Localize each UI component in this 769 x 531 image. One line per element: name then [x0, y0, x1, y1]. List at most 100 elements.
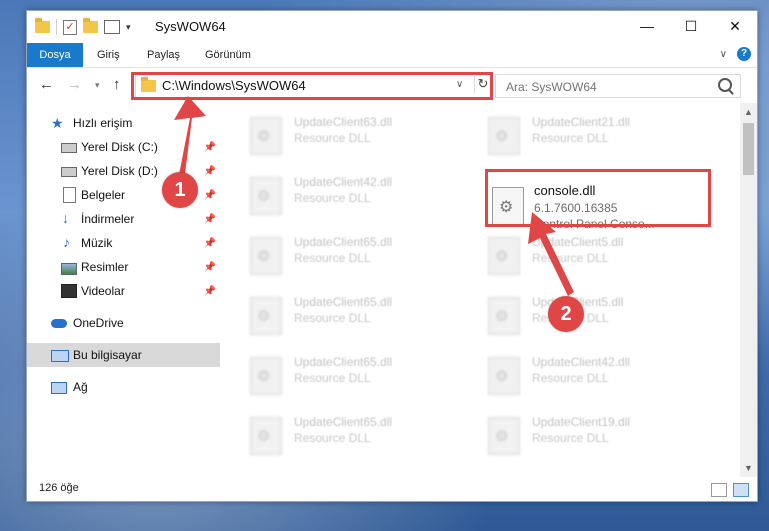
forward-arrow-icon[interactable]: → — [67, 76, 82, 93]
address-bar-highlight — [131, 72, 493, 100]
file-name: UpdateClient42.dll — [294, 175, 393, 189]
file-name: UpdateClient65.dll — [294, 355, 393, 369]
vertical-scrollbar[interactable]: ▲ ▼ — [740, 103, 757, 477]
details-view-icon[interactable] — [711, 483, 727, 497]
pictures-icon — [61, 263, 77, 275]
file-item[interactable]: UpdateClient42.dll Resource DLL — [488, 355, 718, 407]
ribbon-tabs: Dosya Giriş Paylaş Görünüm ∨ ? — [27, 43, 757, 68]
navigation-pane: ★ Hızlı erişim Yerel Disk (C:) 📌 Yerel D… — [27, 103, 220, 477]
pin-icon[interactable]: 📌 — [204, 286, 216, 297]
sidebar-item-label: Bu bilgisayar — [73, 348, 142, 362]
sidebar-item-label: Müzik — [81, 236, 113, 250]
sidebar-item-label: OneDrive — [73, 316, 124, 330]
large-icons-view-icon[interactable] — [733, 483, 749, 497]
sidebar-item-label: Belgeler — [81, 188, 126, 202]
sidebar-item-label: Yerel Disk (D:) — [81, 164, 158, 178]
minimize-button[interactable]: — — [625, 11, 669, 41]
maximize-button[interactable]: ☐ — [669, 11, 713, 41]
tab-file[interactable]: Dosya — [27, 43, 83, 67]
file-name: UpdateClient63.dll — [294, 115, 393, 129]
sidebar-item-label: Videolar — [81, 284, 125, 298]
file-item[interactable]: UpdateClient5.dll Resource DLL — [488, 295, 718, 347]
file-item[interactable]: UpdateClient42.dll Resource DLL — [250, 175, 480, 227]
file-name: UpdateClient5.dll — [532, 235, 624, 249]
sidebar-item-music[interactable]: ♪ Müzik 📌 — [27, 231, 220, 255]
sidebar-item-this-pc[interactable]: Bu bilgisayar — [27, 343, 220, 367]
toolbar-separator — [56, 19, 57, 35]
search-input[interactable] — [504, 77, 708, 97]
star-icon: ★ — [51, 115, 64, 131]
dll-file-icon — [488, 417, 520, 455]
network-icon — [51, 382, 67, 394]
properties-check-icon[interactable]: ✓ — [63, 19, 77, 35]
sidebar-item-downloads[interactable]: ↓ İndirmeler 📌 — [27, 207, 220, 231]
close-button[interactable]: ✕ — [713, 11, 757, 41]
document-icon — [63, 187, 76, 203]
pin-icon[interactable]: 📌 — [204, 190, 216, 201]
file-description: Resource DLL — [294, 371, 371, 385]
file-item[interactable]: UpdateClient65.dll Resource DLL — [250, 415, 480, 467]
file-item[interactable]: UpdateClient65.dll Resource DLL — [250, 235, 480, 287]
download-arrow-icon: ↓ — [62, 210, 69, 226]
file-description: Resource DLL — [532, 131, 609, 145]
folder-icon — [35, 18, 50, 33]
tab-share[interactable]: Paylaş — [147, 43, 180, 67]
dll-file-icon — [250, 117, 282, 155]
file-name: UpdateClient42.dll — [532, 355, 631, 369]
pin-icon[interactable]: 📌 — [204, 262, 216, 273]
sidebar-item-onedrive[interactable]: OneDrive — [27, 311, 220, 335]
tab-home[interactable]: Giriş — [97, 43, 120, 67]
scroll-up-icon[interactable]: ▲ — [744, 107, 753, 117]
file-description: Resource DLL — [294, 311, 371, 325]
file-description: Resource DLL — [532, 431, 609, 445]
sidebar-item-videos[interactable]: Videolar 📌 — [27, 279, 220, 303]
dll-file-icon — [488, 297, 520, 335]
scroll-down-icon[interactable]: ▼ — [744, 463, 753, 473]
pin-icon[interactable]: 📌 — [204, 142, 216, 153]
file-name: UpdateClient65.dll — [294, 415, 393, 429]
pin-icon[interactable]: 📌 — [204, 238, 216, 249]
customize-icon[interactable] — [104, 20, 120, 34]
hard-drive-icon — [61, 143, 77, 153]
file-name: UpdateClient65.dll — [294, 295, 393, 309]
sidebar-item-pictures[interactable]: Resimler 📌 — [27, 255, 220, 279]
dll-file-icon — [250, 177, 282, 215]
back-arrow-icon[interactable]: ← — [39, 76, 54, 93]
up-arrow-icon[interactable]: ↑ — [113, 76, 121, 93]
scroll-thumb[interactable] — [743, 123, 754, 175]
pin-icon[interactable]: 📌 — [204, 214, 216, 225]
file-item[interactable]: UpdateClient5.dll Resource DLL — [488, 235, 718, 287]
new-folder-icon[interactable] — [83, 18, 98, 33]
qat-dropdown-icon[interactable]: ▾ — [126, 22, 131, 33]
computer-icon — [51, 350, 69, 362]
search-box[interactable] — [495, 74, 741, 98]
file-description: Resource DLL — [532, 251, 609, 265]
sidebar-item-local-disk-c[interactable]: Yerel Disk (C:) 📌 — [27, 135, 220, 159]
file-name: UpdateClient65.dll — [294, 235, 393, 249]
console-dll-highlight — [485, 169, 711, 227]
ribbon-controls: ∨ ? — [720, 47, 751, 61]
window-controls: — ☐ ✕ — [625, 11, 757, 41]
file-item[interactable]: UpdateClient63.dll Resource DLL — [250, 115, 480, 167]
sidebar-item-label: İndirmeler — [81, 212, 135, 226]
file-description: Resource DLL — [294, 431, 371, 445]
sidebar-item-network[interactable]: Ağ — [27, 375, 220, 399]
tab-view[interactable]: Görünüm — [205, 43, 251, 67]
file-item[interactable]: UpdateClient65.dll Resource DLL — [250, 295, 480, 347]
recent-locations-icon[interactable]: ▾ — [95, 80, 100, 91]
help-icon[interactable]: ? — [737, 47, 751, 61]
dll-file-icon — [488, 117, 520, 155]
file-item[interactable]: UpdateClient19.dll Resource DLL — [488, 415, 718, 467]
pin-icon[interactable]: 📌 — [204, 166, 216, 177]
file-list: UpdateClient63.dll Resource DLL UpdateCl… — [220, 103, 740, 477]
dll-file-icon — [250, 417, 282, 455]
expand-ribbon-chevron-icon[interactable]: ∨ — [720, 49, 727, 60]
video-film-icon — [61, 284, 77, 298]
title-bar: ✓ ▾ SysWOW64 — ☐ ✕ — [27, 11, 757, 43]
sidebar-item-label: Ağ — [73, 380, 88, 394]
sidebar-item-quick-access[interactable]: ★ Hızlı erişim — [27, 111, 220, 135]
file-description: Resource DLL — [294, 251, 371, 265]
search-icon[interactable] — [718, 78, 732, 92]
file-item[interactable]: UpdateClient65.dll Resource DLL — [250, 355, 480, 407]
file-item[interactable]: UpdateClient21.dll Resource DLL — [488, 115, 718, 167]
